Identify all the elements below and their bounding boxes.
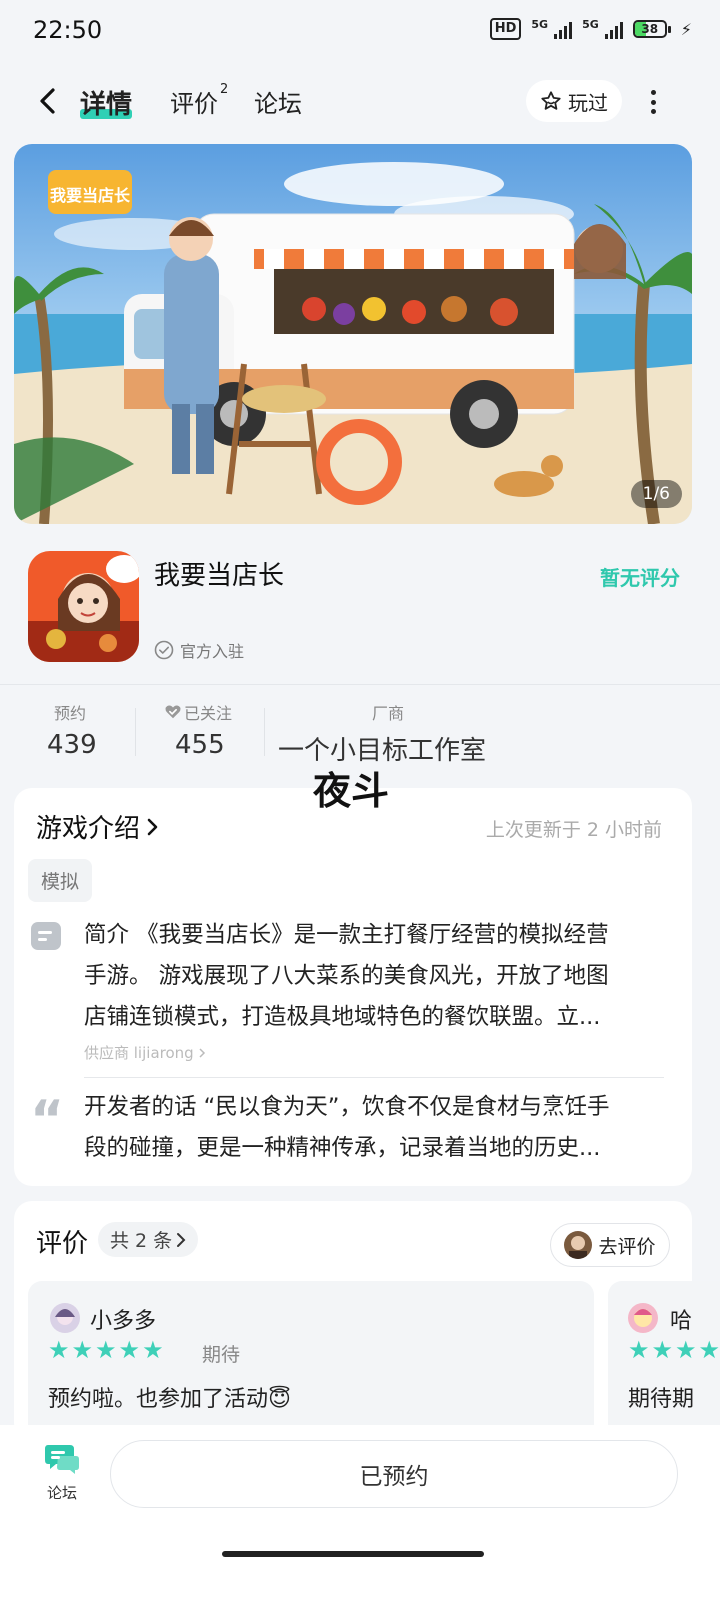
supplier-label: 供应商 lijiarong: [84, 1044, 194, 1062]
supplier-link[interactable]: 供应商 lijiarong: [84, 1042, 206, 1063]
follow-label: 已关注: [184, 704, 233, 723]
network-label-2: 5G: [582, 18, 599, 31]
more-dot: [650, 99, 656, 105]
network-label-1: 5G: [531, 18, 549, 31]
forum-shortcut-label: 论坛: [46, 1484, 77, 1502]
developer-note[interactable]: 开发者的话 “民以食为天”，饮食不仅是食材与烹饪手 段的碰撞，更是一种精神传承，…: [84, 1087, 674, 1169]
chat-bubble-icon: [45, 1445, 79, 1474]
reviewer-name: 小多多: [90, 1309, 157, 1334]
chevron-right-icon: [147, 818, 158, 835]
image-counter: 1/6: [630, 480, 682, 508]
reviewer-avatar: [50, 1303, 80, 1333]
tab-reviews[interactable]: 评价2: [170, 82, 229, 119]
reserve-count: 439: [47, 730, 97, 760]
played-button[interactable]: 玩过: [526, 80, 622, 122]
hd-icon: HD: [489, 18, 522, 40]
official-badge: 官方入驻: [154, 638, 244, 662]
stats-divider: [264, 708, 265, 756]
divider: [0, 684, 720, 685]
game-intro-card: 游戏介绍 上次更新于 2 小时前 模拟 简介 《我要当店长》是一款主打餐厅经营的…: [14, 788, 692, 1186]
battery-icon: 38: [632, 20, 671, 38]
genre-tag[interactable]: 模拟: [28, 859, 93, 902]
reviewer-avatar: [628, 1303, 658, 1333]
forum-shortcut[interactable]: 论坛: [44, 1442, 80, 1503]
tab-reviews-badge: 2: [220, 82, 229, 97]
reviews-title: 评价: [36, 1229, 89, 1259]
app-icon: [28, 551, 139, 662]
stats-divider: [135, 708, 136, 756]
star-outline-icon: [541, 91, 561, 110]
banner-illustration: 我要当店长: [14, 144, 692, 524]
tab-details-label: 详情: [80, 90, 133, 120]
quote-icon: “: [30, 1090, 65, 1150]
official-label: 官方入驻: [180, 642, 245, 661]
reserve-label: 预约: [54, 704, 87, 723]
app-icon-image: [28, 551, 139, 662]
screenshot-banner[interactable]: 我要当店长 1/6: [14, 144, 692, 524]
review-tag: 期待: [202, 1344, 241, 1366]
check-circle-icon: [154, 640, 174, 660]
reviews-card: 评价 共 2 条 去评价 小多多 ★★★★★ 期待 预约啦。也参加了活动😇 哈 …: [14, 1201, 720, 1441]
user-avatar: [564, 1231, 593, 1259]
rating-stars: ★★★★★: [628, 1336, 720, 1364]
status-time: 22:50: [33, 16, 103, 44]
reviews-count: 共 2 条: [110, 1230, 173, 1252]
played-label: 玩过: [568, 90, 608, 115]
developer-line: 段的碰撞，更是一种精神传承，记录着当地的历史...: [84, 1135, 601, 1161]
summary-line: 店铺连锁模式，打造极具地域特色的餐饮联盟。立...: [84, 1004, 601, 1030]
reviews-count-button[interactable]: 共 2 条: [98, 1222, 199, 1257]
status-indicators: HD 5G 5G 38 ⚡: [489, 18, 692, 40]
intro-title-link[interactable]: 游戏介绍: [36, 808, 160, 845]
rating-status: 暂无评分: [600, 566, 680, 590]
signal-icon-2: [604, 19, 623, 39]
signal-icon: [554, 19, 573, 39]
write-review-label: 去评价: [598, 1235, 656, 1258]
summary-line: 手游。 游戏展现了八大菜系的美食风光，开放了地图: [84, 963, 609, 989]
summary-line: 简介 《我要当店长》是一款主打餐厅经营的模拟经营: [84, 922, 609, 948]
vendor-label: 厂商: [372, 704, 405, 723]
review-text: 期待期: [628, 1387, 695, 1412]
follow-label-group: 已关注: [164, 700, 232, 724]
review-item[interactable]: 哈 ★★★★★ 期待期: [608, 1281, 720, 1441]
chevron-left-icon: [40, 88, 55, 114]
divider: [84, 1077, 664, 1078]
chevron-right-small-icon: [199, 1047, 205, 1058]
update-time: 上次更新于 2 小时前: [485, 819, 662, 841]
more-dot: [650, 109, 656, 114]
reviewer-name: 哈: [670, 1309, 693, 1334]
more-dot: [650, 90, 656, 95]
home-indicator[interactable]: [222, 1551, 484, 1557]
app-title: 我要当店长: [154, 561, 285, 591]
tab-forum-label: 论坛: [254, 90, 302, 118]
charging-icon: ⚡: [680, 19, 692, 39]
more-menu-button[interactable]: [648, 90, 658, 114]
intro-title: 游戏介绍: [36, 814, 141, 844]
follow-count: 455: [175, 730, 225, 760]
review-item[interactable]: 小多多 ★★★★★ 期待 预约啦。也参加了活动😇: [28, 1281, 594, 1441]
developer-line: 开发者的话 “民以食为天”，饮食不仅是食材与烹饪手: [84, 1094, 610, 1120]
game-summary[interactable]: 简介 《我要当店长》是一款主打餐厅经营的模拟经营 手游。 游戏展现了八大菜系的美…: [84, 915, 674, 1038]
rating-stars: ★★★★★: [48, 1336, 166, 1364]
chevron-right-icon: [177, 1232, 186, 1247]
summary-icon: [31, 922, 61, 950]
write-review-button[interactable]: 去评价: [550, 1223, 670, 1267]
overlay-caption: 夜斗: [313, 769, 390, 813]
back-button[interactable]: [34, 86, 64, 116]
battery-level: 38: [641, 22, 659, 36]
banner-logo-text: 我要当店长: [50, 186, 131, 205]
heart-check-icon: [165, 705, 181, 719]
tab-details[interactable]: 详情: [80, 84, 133, 121]
tab-forum[interactable]: 论坛: [254, 84, 302, 119]
tab-reviews-label: 评价: [170, 90, 218, 118]
review-text: 预约啦。也参加了活动😇: [48, 1387, 291, 1412]
reserved-button[interactable]: 已预约: [110, 1440, 678, 1508]
